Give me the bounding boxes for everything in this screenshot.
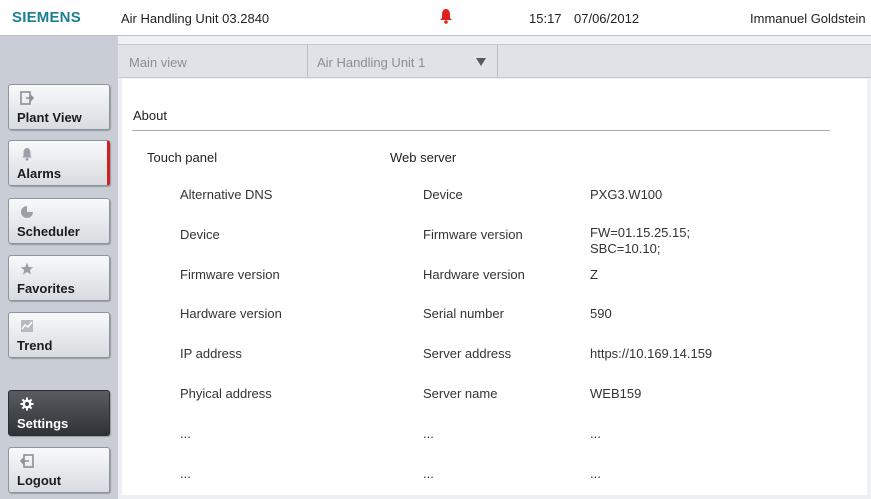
sidebar-item-logout[interactable]: Logout [8, 447, 110, 493]
web-server-label: Firmware version [423, 227, 523, 242]
sidebar-item-label: Scheduler [17, 224, 80, 239]
trend-icon [21, 320, 33, 332]
web-server-label: Server name [423, 386, 498, 401]
selector-value: Air Handling Unit 1 [317, 55, 426, 70]
alarm-bell-icon[interactable] [439, 8, 453, 24]
web-server-label: Hardware version [423, 267, 525, 282]
web-server-label: ... [423, 466, 434, 481]
sidebar-item-scheduler[interactable]: Scheduler [8, 198, 110, 244]
web-server-value: WEB159 [590, 386, 642, 401]
sidebar-item-plant-view[interactable]: Plant View [8, 84, 110, 130]
tab-main-view[interactable]: Main view [118, 45, 308, 77]
web-server-value: ... [590, 426, 601, 441]
divider [132, 130, 830, 131]
web-server-label: Device [423, 187, 463, 202]
plant-view-icon [20, 91, 34, 105]
web-server-value: ... [590, 466, 601, 481]
touch-panel-heading: Touch panel [147, 150, 218, 165]
web-server-value: PXG3.W100 [590, 187, 663, 202]
sidebar-item-alarms[interactable]: Alarms [8, 140, 110, 186]
sidebar: Plant View Alarms Scheduler Favorites Tr… [0, 36, 118, 499]
sidebar-item-label: Settings [17, 416, 69, 431]
bell-icon [22, 148, 32, 161]
logout-icon [20, 454, 34, 468]
unit-title: Air Handling Unit 03.2840 [121, 11, 270, 26]
web-server-label: ... [423, 426, 434, 441]
user-name[interactable]: Immanuel Goldstein [750, 11, 866, 26]
touch-panel-row: Firmware version [180, 267, 280, 282]
sidebar-item-label: Plant View [17, 110, 82, 125]
tab-bar: Main view Air Handling Unit 1 [118, 44, 871, 78]
sidebar-item-label: Favorites [17, 281, 75, 296]
touch-panel-row: Phyical address [180, 386, 272, 401]
web-server-value: FW=01.15.25.15; SBC=10.10; [590, 225, 691, 256]
touch-panel-row: Device [180, 227, 220, 242]
clock-icon [21, 206, 33, 218]
touch-panel-row: Hardware version [180, 306, 282, 321]
about-panel: About Touch panel Web server Alternative… [122, 79, 867, 495]
top-bar: SIEMENS Air Handling Unit 03.2840 15:17 … [0, 0, 871, 36]
dropdown-arrow-icon [476, 58, 486, 66]
touch-panel-row: ... [180, 466, 191, 481]
web-server-heading: Web server [390, 150, 457, 165]
sidebar-item-favorites[interactable]: Favorites [8, 255, 110, 301]
unit-selector-dropdown[interactable]: Air Handling Unit 1 [308, 45, 498, 77]
web-server-label: Serial number [423, 306, 504, 321]
touch-panel-row: Alternative DNS [180, 187, 273, 202]
web-server-value: https://10.169.14.159 [590, 346, 713, 361]
section-title: About [133, 108, 167, 123]
gear-icon [20, 397, 34, 411]
clock-time: 15:17 [529, 11, 562, 26]
touch-panel-row: ... [180, 426, 191, 441]
web-server-label: Server address [423, 346, 512, 361]
sidebar-item-label: Logout [17, 473, 62, 488]
touch-panel-row: IP address [180, 346, 242, 361]
sidebar-item-trend[interactable]: Trend [8, 312, 110, 358]
tab-label: Main view [129, 55, 187, 70]
web-server-value: Z [590, 267, 598, 282]
sidebar-item-settings[interactable]: Settings [8, 390, 110, 436]
web-server-value: 590 [590, 306, 612, 321]
sidebar-item-label: Alarms [17, 166, 62, 181]
sidebar-item-label: Trend [17, 338, 53, 353]
brand-logo: SIEMENS [12, 9, 81, 26]
clock-date: 07/06/2012 [574, 11, 640, 26]
star-icon [20, 262, 34, 275]
